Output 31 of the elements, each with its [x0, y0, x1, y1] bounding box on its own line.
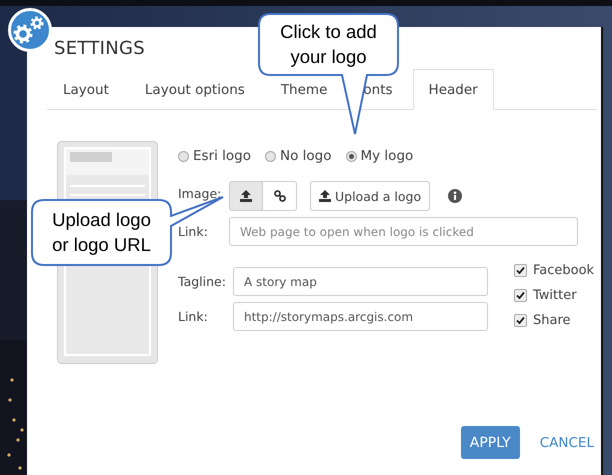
radio-option[interactable]: My logo: [346, 148, 414, 164]
field-label: Link:: [178, 309, 209, 324]
checkmark-icon: [515, 315, 526, 326]
callout-text: Upload logo or logo URL: [51, 208, 152, 257]
callout-text: Click to add your logo: [279, 20, 378, 69]
field-label: Tagline:: [178, 274, 227, 289]
info-icon[interactable]: [448, 189, 462, 203]
tagline-field[interactable]: A story map: [233, 267, 488, 296]
checkbox-option[interactable]: Share: [514, 308, 571, 333]
field-label: Link:: [178, 224, 209, 239]
upload-icon: [319, 190, 331, 202]
radio-option[interactable]: No logo: [265, 148, 332, 164]
tab[interactable]: Layout options: [128, 69, 261, 110]
radio-option[interactable]: Esri logo: [178, 148, 251, 164]
upload-button[interactable]: Upload a logo: [310, 181, 430, 211]
upload-icon: [240, 190, 252, 202]
upload-mode-button[interactable]: [229, 181, 263, 211]
checkbox-option[interactable]: Twitter: [514, 283, 577, 308]
link-mode-button[interactable]: [263, 181, 297, 211]
dialog-title: SETTINGS: [54, 38, 146, 59]
apply-button[interactable]: APPLY: [460, 426, 520, 459]
link-icon: [274, 190, 286, 202]
tab[interactable]: Header: [412, 69, 494, 110]
field-label: Image:: [178, 186, 222, 201]
checkmark-icon: [515, 265, 526, 276]
checkbox-option[interactable]: Facebook: [514, 258, 594, 283]
cancel-button[interactable]: CANCEL: [540, 434, 594, 450]
link-field[interactable]: Web page to open when logo is clicked: [229, 217, 578, 246]
checkmark-icon: [515, 290, 526, 301]
tab[interactable]: Layout: [47, 69, 125, 110]
link-field[interactable]: http://storymaps.arcgis.com: [233, 302, 488, 331]
